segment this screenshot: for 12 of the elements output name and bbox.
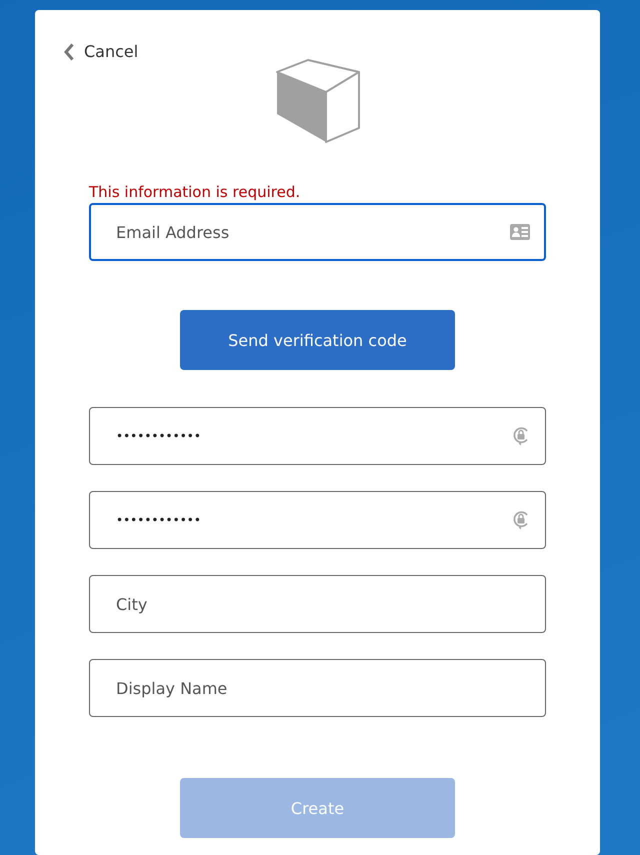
lock-icon [512,426,530,446]
error-message: This information is required. [89,183,302,203]
input-field[interactable]: Display Name [89,659,546,717]
chevron-left-icon [64,42,74,60]
input-field[interactable]: City [89,575,546,633]
cancel-link[interactable]: Cancel [64,42,138,61]
input-field[interactable]: •••••••••••• [89,491,546,549]
send-code-button[interactable]: Send verification code [180,310,455,370]
lock-icon [512,510,530,530]
input-field[interactable]: •••••••••••• [89,407,546,465]
contact-card-icon [510,224,530,240]
input-field[interactable]: Email Address [89,203,546,261]
